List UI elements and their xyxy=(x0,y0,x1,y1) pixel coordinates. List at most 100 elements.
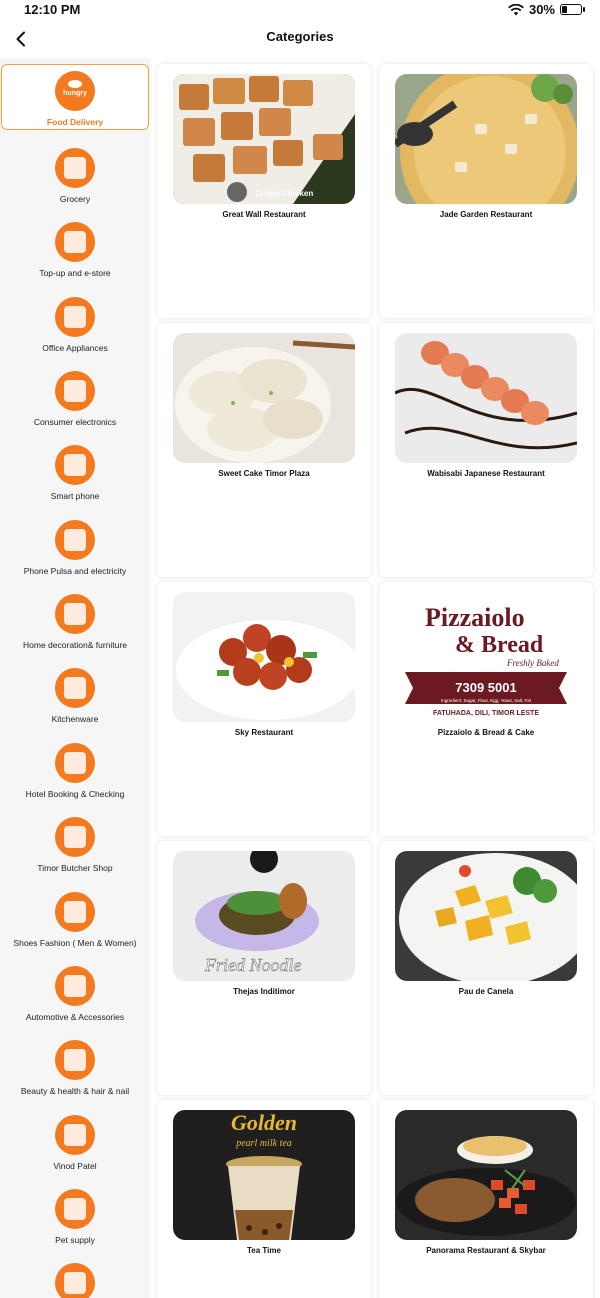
image-caption: Golden xyxy=(231,1110,297,1135)
home-decoration-icon xyxy=(55,594,95,634)
restaurant-name: Wabisabi Japanese Restaurant xyxy=(427,469,545,478)
restaurant-image xyxy=(173,592,355,722)
status-time: 12:10 PM xyxy=(24,2,81,17)
restaurant-name: Sky Restaurant xyxy=(234,728,294,737)
restaurant-image xyxy=(395,1110,577,1240)
sidebar-item-label: Grocery xyxy=(59,194,91,204)
sidebar-item-kitchenware[interactable]: Kitchenware xyxy=(0,662,150,728)
sidebar-item-label: Home decoration& furniture xyxy=(23,640,127,650)
restaurant-card[interactable]: Golden pearl milk tea Tea Time xyxy=(157,1100,371,1298)
sidebar-item-label: Smart phone xyxy=(50,491,100,501)
logo-ingredients: Ingredient: Sugar, Flour, Egg, Yeast, Sa… xyxy=(441,698,532,703)
sidebar-item-baby-care[interactable] xyxy=(0,1257,150,1298)
smartphone-icon xyxy=(55,445,95,485)
restaurant-card[interactable]: Pau de Canela xyxy=(379,841,593,1095)
pet-supply-icon xyxy=(55,1189,95,1229)
restaurant-image xyxy=(395,851,577,981)
sidebar-item-consumer-electronics[interactable]: Consumer electronics xyxy=(0,365,150,431)
sidebar-item-label: Kitchenware xyxy=(51,714,99,724)
restaurant-name: Sweet Cake Timor Plaza xyxy=(218,469,310,478)
restaurant-name: Great Wall Restaurant xyxy=(222,210,306,219)
sidebar-item-label: Timor Butcher Shop xyxy=(37,863,113,873)
svg-text:hungry: hungry xyxy=(63,90,87,97)
sidebar-item-food-delivery[interactable]: hungry Food Delivery xyxy=(1,64,149,130)
office-appliances-icon xyxy=(55,297,95,337)
logo-location: FATUHADA, DILI, TIMOR LESTE xyxy=(433,710,539,717)
electronics-icon xyxy=(55,371,95,411)
sidebar-item-grocery[interactable]: Grocery xyxy=(0,142,150,208)
shoes-icon xyxy=(55,892,95,932)
logo-phone: 7309 5001 xyxy=(455,680,516,695)
restaurant-card[interactable]: Sky Restaurant xyxy=(157,582,371,836)
sidebar-item-label: Vinod Patel xyxy=(53,1161,97,1171)
logo-line1: Pizzaiolo xyxy=(425,603,525,632)
sidebar-item-label: Office Appliances xyxy=(42,343,108,353)
wifi-icon xyxy=(508,3,524,15)
sidebar-item-beauty-health[interactable]: Beauty & health & hair & nail xyxy=(0,1034,150,1100)
battery-percent: 30% xyxy=(528,2,555,17)
grocery-icon xyxy=(55,148,95,188)
restaurant-name: Tea Time xyxy=(247,1246,281,1255)
hotel-icon xyxy=(55,743,95,783)
image-caption: Fried Noodle xyxy=(204,955,302,975)
restaurant-card[interactable]: Wabisabi Japanese Restaurant xyxy=(379,323,593,577)
vinod-patel-icon xyxy=(55,1115,95,1155)
kitchenware-icon xyxy=(55,668,95,708)
sidebar-item-label: Automotive & Accessories xyxy=(25,1012,125,1022)
sidebar-item-label: Consumer electronics xyxy=(33,417,117,427)
restaurant-card[interactable]: Sweet Cake Timor Plaza xyxy=(157,323,371,577)
sidebar-item-label: Pet supply xyxy=(55,1235,95,1245)
restaurant-name: Pizzaiolo & Bread & Cake xyxy=(437,728,535,737)
automotive-icon xyxy=(55,966,95,1006)
restaurant-name: Thejas Inditimor xyxy=(233,987,295,996)
sidebar-item-hotel-booking[interactable]: Hotel Booking & Checking xyxy=(0,737,150,803)
sidebar-item-label: Beauty & health & hair & nail xyxy=(20,1086,130,1096)
restaurant-image: Fried Noodle xyxy=(173,851,355,981)
image-subcaption: pearl milk tea xyxy=(235,1138,292,1149)
sidebar-item-label: Food Delivery xyxy=(46,117,104,127)
battery-level xyxy=(562,6,567,13)
restaurant-image: Crispy Chicken xyxy=(173,74,355,204)
sidebar-item-label: Phone Pulsa and electricity xyxy=(23,566,127,576)
butcher-icon xyxy=(55,817,95,857)
sidebar-item-label: Shoes Fashion ( Men & Women) xyxy=(13,938,137,948)
baby-care-icon xyxy=(55,1263,95,1298)
sidebar-item-timor-butcher[interactable]: Timor Butcher Shop xyxy=(0,811,150,877)
sidebar-item-shoes-fashion[interactable]: Shoes Fashion ( Men & Women) xyxy=(0,886,150,952)
logo-tagline: Freshly Baked xyxy=(506,658,559,668)
topup-icon xyxy=(55,222,95,262)
status-indicators: 30% xyxy=(508,2,585,17)
sidebar-item-smart-phone[interactable]: Smart phone xyxy=(0,439,150,505)
sidebar-item-phone-pulsa[interactable]: Phone Pulsa and electricity xyxy=(0,514,150,580)
sidebar-item-topup[interactable]: Top-up and e-store xyxy=(0,216,150,282)
restaurant-image xyxy=(395,74,577,204)
hungry-logo-icon: hungry xyxy=(55,71,95,111)
battery-icon xyxy=(560,4,585,15)
sidebar-item-vinod-patel[interactable]: Vinod Patel xyxy=(0,1109,150,1175)
sidebar-item-automotive[interactable]: Automotive & Accessories xyxy=(0,960,150,1026)
restaurant-card[interactable]: Fried Noodle Thejas Inditimor xyxy=(157,841,371,1095)
restaurant-image: Pizzaiolo & Bread Freshly Baked 7309 500… xyxy=(395,592,577,722)
restaurant-card[interactable]: Panorama Restaurant & Skybar xyxy=(379,1100,593,1298)
logo-line2: & Bread xyxy=(455,632,544,658)
restaurant-card[interactable]: Pizzaiolo & Bread Freshly Baked 7309 500… xyxy=(379,582,593,836)
sidebar-item-label: Top-up and e-store xyxy=(39,268,111,278)
restaurant-name: Pau de Canela xyxy=(458,987,514,996)
category-sidebar[interactable]: hungry Food Delivery Grocery Top-up and … xyxy=(0,58,150,1298)
page-title: Categories xyxy=(266,29,334,44)
sidebar-item-home-decoration[interactable]: Home decoration& furniture xyxy=(0,588,150,654)
restaurant-grid[interactable]: Crispy Chicken Great Wall Restaurant Jad… xyxy=(150,58,600,1298)
beauty-icon xyxy=(55,1040,95,1080)
header: Categories xyxy=(0,20,600,58)
restaurant-card[interactable]: Crispy Chicken Great Wall Restaurant xyxy=(157,64,371,318)
restaurant-image xyxy=(395,333,577,463)
sidebar-item-pet-supply[interactable]: Pet supply xyxy=(0,1183,150,1249)
status-bar: 12:10 PM 30% xyxy=(0,0,600,20)
restaurant-name: Panorama Restaurant & Skybar xyxy=(426,1246,546,1255)
sidebar-item-office-appliances[interactable]: Office Appliances xyxy=(0,291,150,357)
image-caption: Crispy Chicken xyxy=(255,189,313,198)
sidebar-item-label: Hotel Booking & Checking xyxy=(25,789,125,799)
restaurant-name: Jade Garden Restaurant xyxy=(439,210,533,219)
restaurant-card[interactable]: Jade Garden Restaurant xyxy=(379,64,593,318)
restaurant-image: Golden pearl milk tea xyxy=(173,1110,355,1240)
